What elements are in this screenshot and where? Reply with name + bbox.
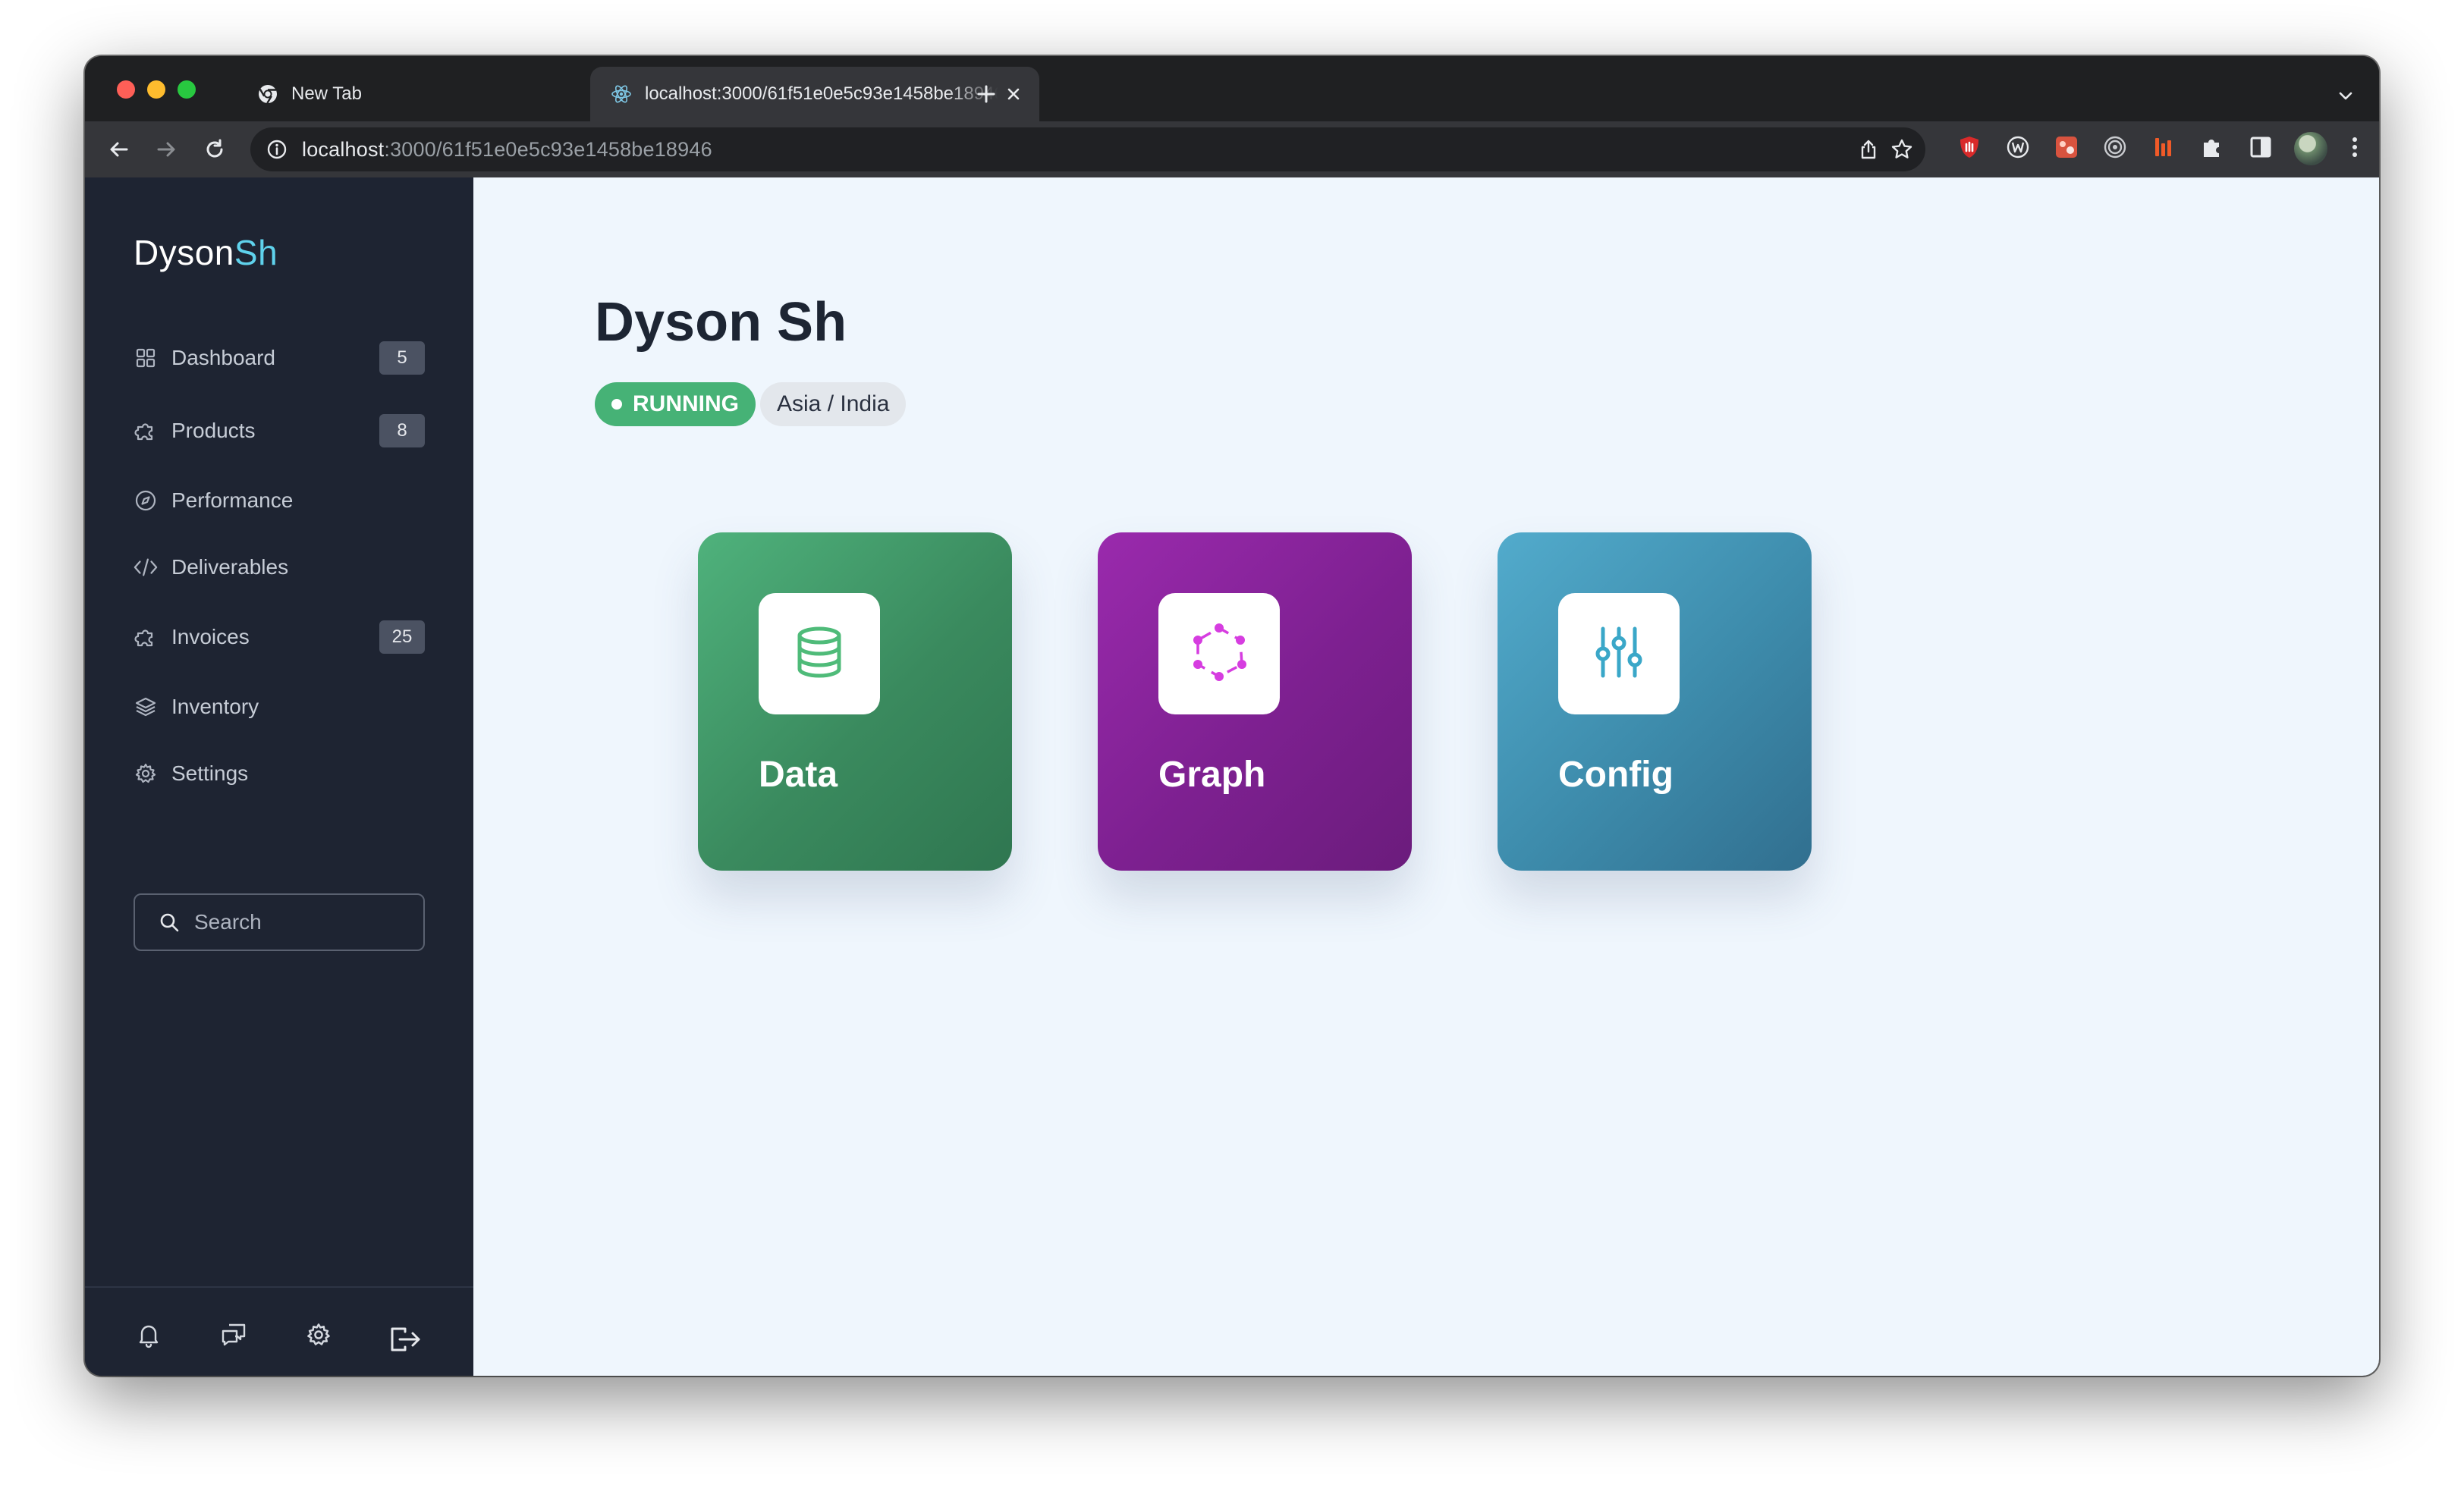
- sidebar: DysonSh Dashboard 5 Products 8 Performan…: [85, 177, 473, 1376]
- brand-main: Dyson: [134, 233, 234, 272]
- logout-icon[interactable]: [387, 1321, 423, 1358]
- sidebar-item-label: Inventory: [171, 695, 259, 718]
- tab-title: localhost:3000/61f51e0e5c93e1458be18946: [645, 83, 998, 104]
- count-badge: 8: [379, 414, 425, 447]
- reload-button[interactable]: [197, 132, 232, 167]
- graph-card[interactable]: Graph: [1098, 532, 1412, 871]
- tab-title: New Tab: [291, 83, 362, 104]
- config-card[interactable]: Config: [1498, 532, 1812, 871]
- page-title: Dyson Sh: [595, 292, 847, 353]
- new-tab-button[interactable]: [971, 79, 1001, 109]
- forward-button[interactable]: [149, 132, 184, 167]
- wappalyzer-icon[interactable]: [2004, 133, 2032, 161]
- puzzle-icon: [134, 419, 158, 443]
- search-placeholder: Search: [194, 910, 262, 934]
- stats-icon[interactable]: [2150, 133, 2177, 161]
- sidebar-item-inventory[interactable]: Inventory: [134, 684, 425, 730]
- brand-logo[interactable]: DysonSh: [134, 232, 278, 273]
- data-card[interactable]: Data: [698, 532, 1012, 871]
- radar-icon[interactable]: [2101, 133, 2129, 161]
- sidebar-item-label: Dashboard: [171, 346, 275, 369]
- sidebar-item-label: Invoices: [171, 625, 250, 648]
- status-dot: [611, 399, 622, 410]
- close-tab-icon[interactable]: [998, 79, 1029, 109]
- url-text: localhost:3000/61f51e0e5c93e1458be18946: [302, 138, 712, 162]
- bookmark-star-icon[interactable]: [1890, 138, 1913, 161]
- sidebar-item-label: Products: [171, 419, 256, 442]
- close-window-button[interactable]: [117, 80, 135, 99]
- card-label: Data: [759, 755, 838, 795]
- region-badge: Asia / India: [760, 382, 907, 426]
- status-badge: RUNNING: [595, 382, 756, 426]
- sidepanel-icon[interactable]: [2247, 133, 2274, 161]
- sidebar-item-dashboard[interactable]: Dashboard 5: [134, 335, 425, 381]
- ublock-icon[interactable]: [1956, 133, 1983, 161]
- sidebar-item-performance[interactable]: Performance: [134, 478, 425, 523]
- sidebar-footer: [85, 1286, 473, 1376]
- count-badge: 5: [379, 341, 425, 375]
- card-label: Config: [1558, 755, 1674, 795]
- sidebar-item-settings[interactable]: Settings: [134, 751, 425, 796]
- url-host: localhost: [302, 137, 385, 161]
- sidebar-item-label: Deliverables: [171, 555, 289, 579]
- chrome-icon: [256, 83, 279, 105]
- config-card-tile: [1558, 593, 1680, 714]
- search-input[interactable]: Search: [134, 893, 425, 951]
- avatar[interactable]: [2294, 132, 2327, 165]
- count-badge: 25: [379, 620, 425, 654]
- minimize-window-button[interactable]: [147, 80, 165, 99]
- sidebar-item-invoices[interactable]: Invoices 25: [134, 614, 425, 660]
- layers-icon: [134, 695, 158, 719]
- puzzle-icon[interactable]: [2198, 133, 2226, 161]
- tab-search-chevron-icon[interactable]: [2330, 80, 2361, 111]
- main-panel: Dyson Sh RUNNING Asia / India Data Graph…: [473, 177, 2379, 1376]
- maximize-window-button[interactable]: [178, 80, 196, 99]
- colorpick-icon[interactable]: [2053, 133, 2080, 161]
- site-info-icon[interactable]: [266, 138, 288, 161]
- url-path: :3000/61f51e0e5c93e1458be18946: [384, 137, 712, 161]
- chat-icon[interactable]: [215, 1317, 252, 1353]
- back-button[interactable]: [102, 132, 137, 167]
- share-icon[interactable]: [1857, 138, 1880, 161]
- card-label: Graph: [1158, 755, 1266, 795]
- code-icon: [134, 555, 158, 579]
- sliders-icon: [1594, 626, 1644, 683]
- browser-toolbar: localhost:3000/61f51e0e5c93e1458be18946: [85, 121, 2379, 177]
- graph-card-tile: [1158, 593, 1280, 714]
- database-icon: [794, 625, 844, 683]
- grid-icon: [134, 346, 158, 370]
- sidebar-item-label: Settings: [171, 761, 249, 785]
- page-content: DysonSh Dashboard 5 Products 8 Performan…: [85, 177, 2379, 1376]
- gear-icon: [134, 761, 158, 786]
- kebab-menu-icon[interactable]: [2341, 133, 2368, 161]
- sidebar-item-deliverables[interactable]: Deliverables: [134, 545, 425, 590]
- search-icon: [158, 911, 181, 934]
- react-icon: [610, 83, 633, 105]
- browser-window: New Tab localhost:3000/61f51e0e5c93e1458…: [85, 56, 2379, 1376]
- compass-icon: [134, 488, 158, 513]
- brand-accent: Sh: [234, 233, 278, 272]
- data-card-tile: [759, 593, 880, 714]
- bell-icon[interactable]: [130, 1317, 167, 1353]
- gear-icon[interactable]: [300, 1317, 337, 1353]
- tab-strip: New Tab localhost:3000/61f51e0e5c93e1458…: [85, 56, 2379, 121]
- graph-icon: [1189, 622, 1249, 686]
- sidebar-item-products[interactable]: Products 8: [134, 408, 425, 454]
- address-bar[interactable]: localhost:3000/61f51e0e5c93e1458be18946: [250, 127, 1925, 171]
- status-text: RUNNING: [633, 391, 739, 416]
- puzzle-icon: [134, 625, 158, 649]
- sidebar-item-label: Performance: [171, 488, 294, 512]
